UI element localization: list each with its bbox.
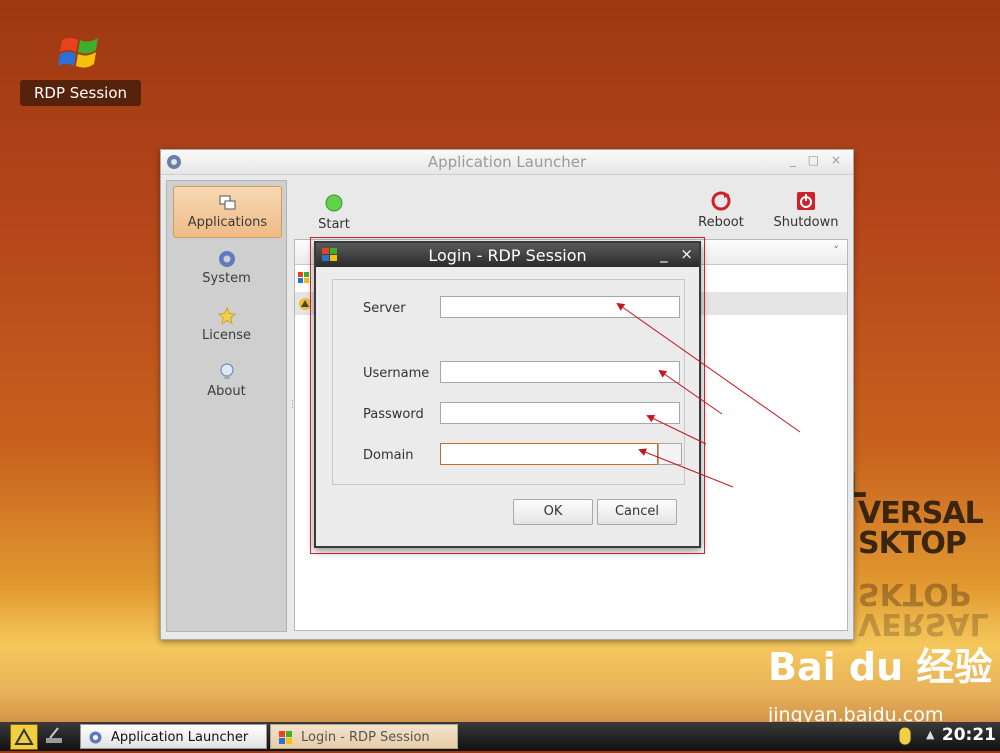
launcher-logo-icon	[14, 727, 34, 745]
windows-logo-icon	[298, 272, 309, 283]
network-tray-icon[interactable]	[896, 725, 914, 747]
launcher-sidebar: Applications System License About	[166, 180, 287, 632]
annotation-box	[310, 237, 705, 554]
taskbar-item-label: Login - RDP Session	[301, 730, 430, 745]
reboot-button[interactable]: Reboot	[696, 190, 746, 230]
green-circle-icon	[325, 194, 343, 212]
applications-icon	[219, 195, 235, 210]
windows-logo-icon	[58, 38, 98, 68]
launcher-title: Application Launcher	[427, 153, 587, 171]
sidebar-item-applications[interactable]: Applications	[173, 186, 282, 238]
wallpaper-text-sktop: SKTOP	[858, 526, 967, 561]
clock[interactable]: 20:21	[942, 725, 996, 745]
sidebar-item-label: About	[207, 384, 246, 399]
desktop-icon-rdp-session[interactable]: RDP Session	[20, 28, 141, 106]
sidebar-item-system[interactable]: System	[173, 243, 280, 293]
star-icon	[217, 306, 236, 325]
taskbar-item-label: Application Launcher	[111, 730, 249, 745]
start-label: Start	[318, 217, 350, 232]
start-button[interactable]: Start	[314, 192, 354, 232]
taskbar-item-login-rdp-session[interactable]: Login - RDP Session	[270, 724, 458, 749]
launcher-window-buttons[interactable]: _ □ ×	[790, 153, 845, 167]
sidebar-item-about[interactable]: About	[173, 356, 280, 406]
shutdown-label: Shutdown	[773, 215, 839, 230]
reboot-icon	[711, 191, 731, 211]
sidebar-splitter-handle[interactable]: ⋮	[288, 400, 297, 412]
launcher-titlebar[interactable]: Application Launcher _ □ ×	[161, 150, 853, 175]
gear-icon	[218, 251, 235, 267]
baidu-watermark: Bai du 经验 jingyan.baidu.com	[768, 636, 993, 726]
shutdown-button[interactable]: Shutdown	[773, 190, 839, 230]
start-menu-button[interactable]	[10, 724, 38, 750]
taskbar: Application Launcher Login - RDP Session…	[0, 722, 1000, 751]
sidebar-item-label: License	[201, 328, 251, 343]
sidebar-item-license[interactable]: License	[173, 300, 280, 350]
power-icon	[797, 192, 815, 210]
desktop-icon-label: RDP Session	[20, 80, 141, 106]
brush-icon[interactable]	[42, 725, 66, 747]
sidebar-item-label: System	[202, 271, 251, 286]
gear-icon	[89, 731, 102, 744]
reboot-label: Reboot	[698, 215, 744, 230]
windows-logo-icon	[279, 731, 292, 744]
tray-expand-icon[interactable]: ▲	[926, 728, 934, 741]
watermark-brand: Bai du 经验	[768, 645, 993, 689]
chevron-down-icon[interactable]: ˅	[834, 244, 840, 257]
sidebar-item-label: Applications	[187, 215, 268, 230]
bulb-icon	[220, 363, 233, 379]
taskbar-item-application-launcher[interactable]: Application Launcher	[80, 724, 267, 749]
